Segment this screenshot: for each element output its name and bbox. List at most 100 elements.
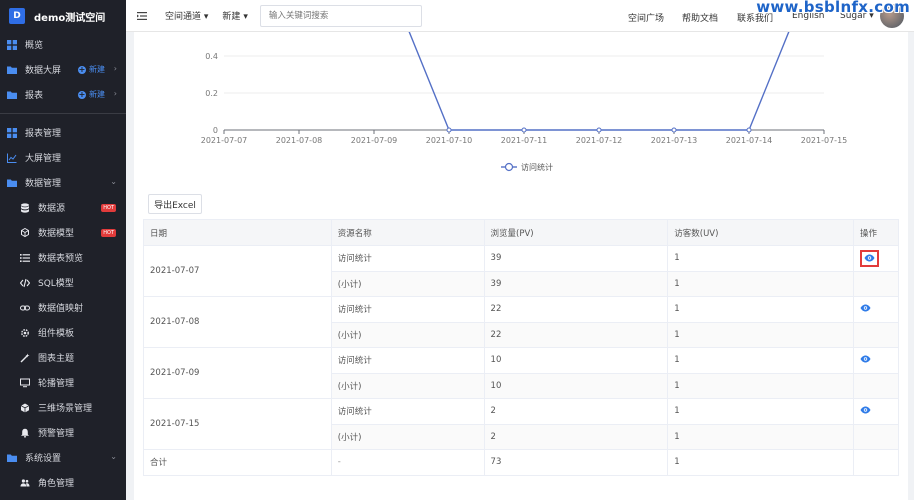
- pv-cell: 22: [483, 321, 669, 348]
- x-tick-label: 2021-07-11: [501, 136, 548, 145]
- grid-icon: [7, 39, 17, 50]
- sidebar-item-data-8[interactable]: 三维场景管理: [0, 395, 126, 420]
- sidebar-item-mgmt-2[interactable]: 数据管理 ⌄: [0, 170, 126, 195]
- plus-icon: +: [78, 89, 86, 99]
- sidebar-item-data-4[interactable]: 数据值映射: [0, 295, 126, 320]
- resource-name-cell: (小计): [330, 423, 485, 450]
- database-icon: [20, 202, 30, 213]
- search-input[interactable]: [259, 4, 422, 27]
- series-line: [408, 32, 790, 131]
- sidebar-item-mgmt-1[interactable]: 大屏管理: [0, 145, 126, 170]
- sidebar-item-data-0[interactable]: 数据源 HOT: [0, 195, 126, 220]
- sidebar-item-data-1[interactable]: 数据模型 HOT: [0, 220, 126, 245]
- menu-toggle-icon[interactable]: [137, 11, 147, 21]
- visit-line-chart: 0 0.2 0.4 2021-07-07 2021-07-08 2021-07-09 202…: [201, 32, 847, 172]
- sidebar-item-label: 数据表预览: [38, 254, 84, 264]
- cube-icon: [20, 403, 30, 413]
- x-tick-label: 2021-07-14: [726, 136, 773, 145]
- uv-cell: 1: [667, 296, 854, 323]
- action-cell: [853, 296, 899, 323]
- date-cell: 2021-07-15: [143, 398, 332, 450]
- table-row: 2021-07-07 访问统计 39 1: [143, 245, 899, 297]
- sidebar-item-top-0[interactable]: 概览: [0, 32, 126, 57]
- data-point: [596, 127, 602, 133]
- space-channel-label: 空间通道: [165, 12, 202, 22]
- view-eye-icon[interactable]: [860, 249, 879, 267]
- chart-line-icon: [7, 153, 17, 163]
- help-docs-link[interactable]: 帮助文档: [682, 11, 718, 24]
- sidebar-item-top-1[interactable]: 数据大屏 + 新建 ›: [0, 57, 126, 82]
- resource-name-cell: 访问统计: [330, 347, 485, 374]
- action-cell: [853, 270, 899, 297]
- uv-cell: 1: [667, 321, 854, 348]
- view-eye-icon[interactable]: [860, 304, 872, 314]
- sidebar-item-sys-0[interactable]: 系统设置 ⌄: [0, 445, 126, 470]
- grid-icon: [7, 127, 17, 138]
- space-channel-dropdown[interactable]: 空间通道 ▾: [165, 9, 208, 22]
- sidebar-item-data-6[interactable]: 图表主题: [0, 345, 126, 370]
- sidebar: D demo测试空间 概览 数据大屏 + 新建 › 报表 + 新建 › 报表管理 大屏管理 数据管理…: [0, 0, 126, 500]
- total-row: 合计 -73 1: [143, 449, 899, 476]
- pv-cell: 10: [483, 372, 669, 399]
- folder-icon: [7, 178, 17, 188]
- sidebar-item-data-2[interactable]: 数据表预览: [0, 245, 126, 270]
- app-logo-badge: D: [9, 8, 25, 24]
- sidebar-item-label: 数据源: [38, 204, 66, 214]
- chevron-down-icon: ⌄: [110, 452, 117, 461]
- sidebar-item-label: 数据模型: [38, 229, 75, 239]
- new-item-label: 新建: [89, 90, 105, 99]
- x-tick-label: 2021-07-08: [276, 136, 323, 145]
- sidebar-item-mgmt-0[interactable]: 报表管理: [0, 120, 126, 145]
- uv-cell: 1: [667, 372, 854, 399]
- sidebar-item-data-3[interactable]: SQL模型: [0, 270, 126, 295]
- sidebar-item-label: 报表: [25, 91, 44, 101]
- sidebar-item-label: 概览: [25, 41, 44, 51]
- x-tick-label: 2021-07-12: [576, 136, 623, 145]
- pv-cell: 22: [483, 296, 669, 323]
- top-bar: 空间通道 ▾ 新建 ▾ 空间广场 帮助文档 联系我们 English Sugar…: [126, 0, 914, 32]
- view-eye-icon[interactable]: [860, 355, 872, 365]
- new-dropdown[interactable]: 新建 ▾: [222, 9, 247, 22]
- settings-icon: [20, 328, 30, 338]
- sidebar-item-label: 图表主题: [38, 354, 75, 364]
- y-tick-label: 0.2: [205, 89, 218, 98]
- total-label-cell: 合计: [143, 449, 332, 476]
- sidebar-item-data-7[interactable]: 轮播管理: [0, 370, 126, 395]
- sidebar-item-label: SQL模型: [38, 279, 74, 289]
- sidebar-item-label: 三维场景管理: [38, 404, 93, 414]
- x-tick-label: 2021-07-07: [201, 136, 248, 145]
- hot-badge: HOT: [101, 229, 116, 237]
- caret-down-icon: ▾: [203, 12, 209, 22]
- hot-badge: HOT: [101, 204, 116, 212]
- new-item-label: 新建: [89, 65, 105, 74]
- sidebar-item-top-2[interactable]: 报表 + 新建 ›: [0, 82, 126, 107]
- new-item-button[interactable]: + 新建: [78, 89, 105, 100]
- sidebar-item-data-5[interactable]: 组件模板: [0, 320, 126, 345]
- sidebar-item-sys-sub-0[interactable]: 角色管理: [0, 470, 126, 495]
- app-logo-row[interactable]: D demo测试空间: [0, 0, 126, 32]
- caret-down-icon: ▾: [243, 12, 248, 22]
- legend-label[interactable]: 访问统计: [521, 162, 553, 172]
- column-header: 日期: [143, 219, 332, 246]
- view-eye-icon[interactable]: [860, 406, 872, 416]
- data-point: [521, 127, 527, 133]
- wand-icon: [20, 353, 30, 363]
- link-icon: [20, 303, 30, 313]
- new-item-button[interactable]: + 新建: [78, 64, 105, 75]
- x-tick-label: 2021-07-13: [651, 136, 698, 145]
- chevron-down-icon: ⌄: [110, 177, 117, 186]
- folder-icon: [7, 90, 17, 100]
- uv-cell: 1: [667, 347, 854, 374]
- stats-table: 日期 资源名称 浏览量(PV) 访客数(UV) 操作 2021-07-07 访问统计 39 1…: [143, 219, 899, 476]
- chevron-right-icon: ›: [113, 64, 117, 73]
- sidebar-item-data-9[interactable]: 预警管理: [0, 420, 126, 445]
- resource-name-cell: 访问统计: [330, 398, 485, 425]
- uv-cell: 1: [667, 245, 854, 272]
- space-square-link[interactable]: 空间广场: [628, 11, 664, 24]
- export-excel-button[interactable]: 导出Excel: [148, 194, 202, 214]
- action-cell: [853, 347, 899, 374]
- users-icon: [20, 478, 30, 488]
- y-tick-label: 0.4: [205, 52, 218, 61]
- pv-cell: 2: [483, 423, 669, 450]
- pv-cell: 10: [483, 347, 669, 374]
